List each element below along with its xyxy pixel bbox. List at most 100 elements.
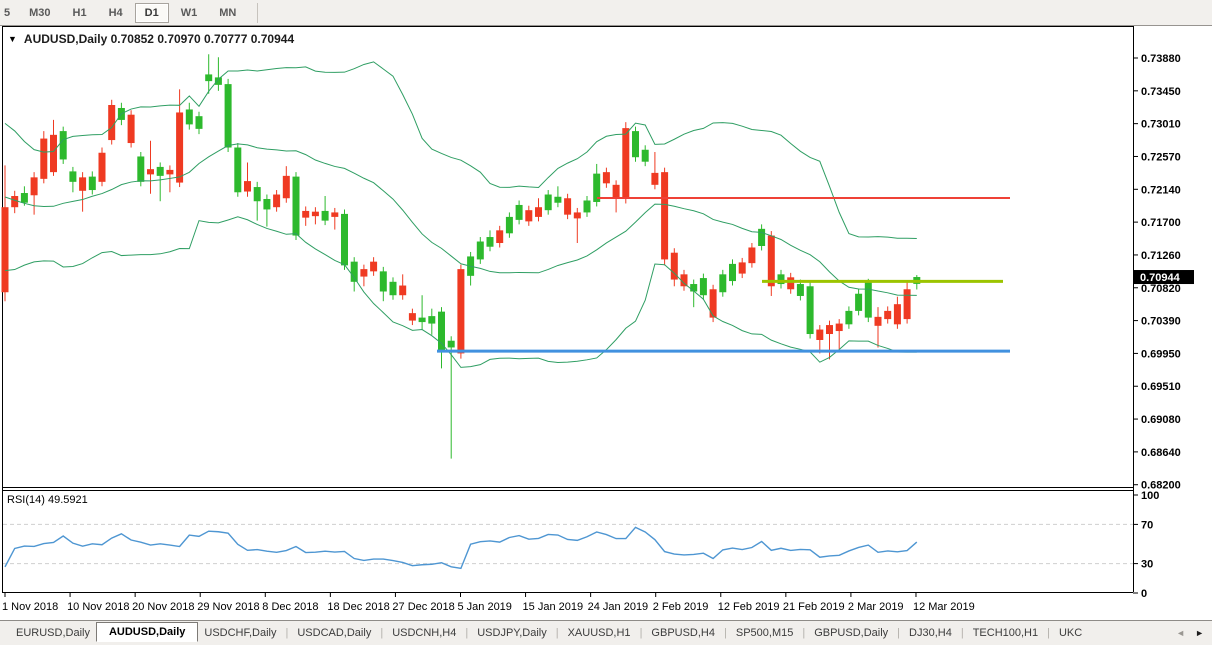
- bull-candle: [506, 217, 513, 233]
- timeframe-button-h4[interactable]: H4: [99, 3, 133, 23]
- bull-candle: [642, 150, 649, 162]
- date-axis-label: 15 Jan 2019: [523, 601, 584, 613]
- tab-usdcnh-h4[interactable]: USDCNH,H4: [386, 624, 462, 642]
- bear-candle: [244, 181, 251, 191]
- bear-candle: [399, 286, 406, 296]
- bear-candle: [884, 311, 891, 319]
- bull-candle: [234, 148, 241, 193]
- bull-candle: [186, 109, 193, 124]
- date-axis-label: 18 Dec 2018: [327, 601, 389, 613]
- bear-candle: [409, 313, 416, 320]
- chart-frame: [2, 26, 1134, 593]
- tab-ukc[interactable]: UKC: [1053, 624, 1088, 642]
- bull-candle: [137, 156, 144, 181]
- timeframe-button-5[interactable]: 5: [1, 3, 17, 23]
- tab-separator: |: [380, 627, 383, 639]
- bull-candle: [157, 167, 164, 176]
- date-axis-label: 27 Dec 2018: [392, 601, 454, 613]
- bull-candle: [729, 264, 736, 281]
- date-axis-label: 20 Nov 2018: [132, 601, 194, 613]
- bull-candle: [21, 193, 28, 203]
- timeframe-button-m30[interactable]: M30: [19, 3, 60, 23]
- tab-scroll-right-icon[interactable]: ►: [1195, 628, 1204, 638]
- bear-candle: [651, 173, 658, 185]
- current-price-badge: 0.70944: [1134, 270, 1194, 284]
- tab-sp500-m15[interactable]: SP500,M15: [730, 624, 799, 642]
- bear-candle: [836, 324, 843, 331]
- tab-separator: |: [961, 627, 964, 639]
- chevron-down-icon[interactable]: ▼: [8, 34, 17, 44]
- bear-candle: [826, 325, 833, 334]
- bull-candle: [845, 311, 852, 324]
- tab-separator: |: [724, 627, 727, 639]
- bear-candle: [79, 177, 86, 190]
- date-axis-label: 10 Nov 2018: [67, 601, 129, 613]
- bull-candle: [428, 316, 435, 323]
- bear-candle: [622, 128, 629, 199]
- tab-separator: |: [1047, 627, 1050, 639]
- chart-title-text: AUDUSD,Daily 0.70852 0.70970 0.70777 0.7…: [24, 32, 294, 46]
- tab-gbpusd-daily[interactable]: GBPUSD,Daily: [808, 624, 894, 642]
- tab-audusd-daily[interactable]: AUDUSD,Daily: [96, 622, 198, 642]
- rsi-panel: 10070300: [3, 490, 1159, 600]
- timeframe-button-w1[interactable]: W1: [171, 3, 208, 23]
- bull-candle: [487, 237, 494, 247]
- bull-candle: [719, 274, 726, 292]
- bull-candle: [632, 131, 639, 157]
- bull-candle: [351, 262, 358, 282]
- bull-candle: [584, 200, 591, 212]
- tab-usdcad-daily[interactable]: USDCAD,Daily: [291, 624, 377, 642]
- bull-candle: [545, 195, 552, 211]
- bear-candle: [787, 277, 794, 289]
- tab-usdjpy-daily[interactable]: USDJPY,Daily: [471, 624, 553, 642]
- date-axis-label: 29 Nov 2018: [197, 601, 259, 613]
- rsi-axis-label: 0: [1141, 588, 1147, 600]
- symbol-tabbar: EURUSD,DailyAUDUSD,DailyUSDCHF,Daily|USD…: [0, 620, 1212, 645]
- tab-scroll-left-icon[interactable]: ◄: [1176, 628, 1185, 638]
- bull-candle: [196, 116, 203, 129]
- date-axis-label: 5 Jan 2019: [457, 601, 511, 613]
- bear-candle: [748, 247, 755, 263]
- date-axis-label: 1 Nov 2018: [2, 601, 58, 613]
- bear-candle: [739, 262, 746, 273]
- tab-separator: |: [465, 627, 468, 639]
- tab-tech100-h1[interactable]: TECH100,H1: [967, 624, 1044, 642]
- bear-candle: [166, 170, 173, 174]
- bear-candle: [603, 172, 610, 183]
- bear-candle: [710, 289, 717, 317]
- price-axis-label: 0.68640: [1141, 447, 1181, 459]
- date-axis-label: 8 Dec 2018: [262, 601, 318, 613]
- bear-candle: [370, 262, 377, 272]
- bull-candle: [448, 341, 455, 348]
- price-badge-text: 0.70944: [1140, 272, 1181, 284]
- bear-candle: [312, 212, 319, 216]
- tab-eurusd-daily[interactable]: EURUSD,Daily: [10, 624, 96, 642]
- bear-candle: [147, 169, 154, 174]
- price-chart[interactable]: 0.738800.734500.730100.725700.721400.717…: [0, 26, 1212, 620]
- tab-gbpusd-h4[interactable]: GBPUSD,H4: [645, 624, 721, 642]
- price-axis-label: 0.70820: [1141, 283, 1181, 295]
- timeframe-button-d1[interactable]: D1: [135, 3, 169, 23]
- price-axis-label: 0.69080: [1141, 414, 1181, 426]
- bear-candle: [574, 212, 581, 218]
- timeframe-toolbar: 5M30H1H4D1W1MN: [0, 0, 1212, 26]
- bear-candle: [613, 185, 620, 199]
- date-axis: 1 Nov 2018 10 Nov 201820 Nov 201829 Nov 2…: [2, 592, 975, 613]
- bear-candle: [283, 176, 290, 198]
- bear-candle: [128, 115, 135, 143]
- bull-candle: [341, 214, 348, 265]
- tab-xauusd-h1[interactable]: XAUUSD,H1: [562, 624, 637, 642]
- tab-usdchf-daily[interactable]: USDCHF,Daily: [198, 624, 282, 642]
- price-axis-label: 0.73010: [1141, 119, 1181, 131]
- chart-window: ▼ AUDUSD,Daily 0.70852 0.70970 0.70777 0…: [0, 26, 1212, 620]
- bear-candle: [176, 112, 183, 182]
- timeframe-button-h1[interactable]: H1: [63, 3, 97, 23]
- bull-candle: [554, 197, 561, 203]
- bear-candle: [875, 317, 882, 326]
- tab-dj30-h4[interactable]: DJ30,H4: [903, 624, 958, 642]
- bear-candle: [50, 135, 57, 172]
- bull-candle: [807, 286, 814, 334]
- timeframe-button-mn[interactable]: MN: [209, 3, 246, 23]
- bull-candle: [293, 177, 300, 236]
- bear-candle: [816, 330, 823, 340]
